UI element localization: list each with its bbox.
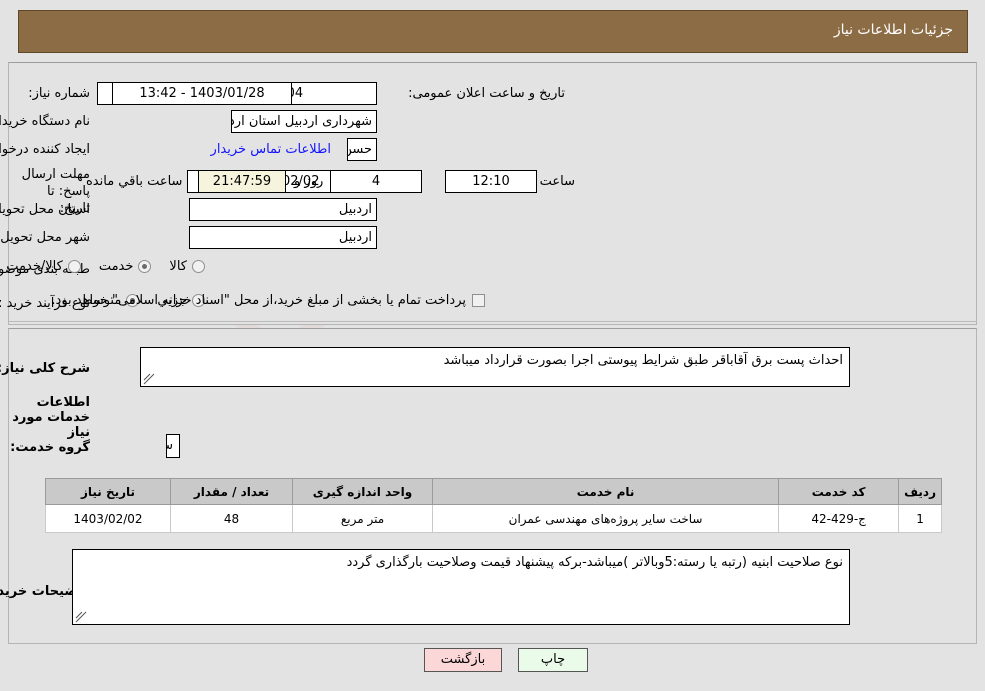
service-group-value: ساختمان <box>167 438 173 453</box>
cell-quantity: 48 <box>170 504 293 533</box>
table-col-service-name: نام خدمت <box>431 478 780 505</box>
need-number-label: شماره نیاز: <box>28 86 90 101</box>
buyer-contact-link[interactable]: اطلاعات تماس خریدار <box>211 142 331 157</box>
resize-grip-icon[interactable] <box>75 611 87 623</box>
checkbox-icon[interactable] <box>472 294 485 307</box>
category-option-label-0: کالا <box>169 259 187 274</box>
cell-need-date: 1403/02/02 <box>45 504 171 533</box>
page-root: AriaTender.net جزئیات اطلاعات نیاز شماره… <box>0 0 985 691</box>
table-col-unit: واحد اندازه گیری <box>292 478 433 505</box>
services-section-heading: اطلاعات خدمات مورد نیاز <box>12 395 90 440</box>
service-group-label: گروه خدمت: <box>10 440 90 455</box>
buyer-notes-value: نوع صلاحیت ابنیه (رتبه یا رسته:5وبالاتر … <box>346 555 843 570</box>
service-group-value-box[interactable]: ساختمان <box>166 434 180 458</box>
province-value: اردبیل <box>189 198 377 221</box>
hour-label: ساعت <box>539 174 575 189</box>
treasury-checkbox-row[interactable]: پرداخت تمام یا بخشی از مبلغ خرید،از محل … <box>51 293 485 308</box>
table-col-quantity: تعداد / مقدار <box>170 478 293 505</box>
category-radio-khedmat[interactable]: خدمت <box>99 259 152 274</box>
announce-datetime-value: 1403/01/28 - 13:42 <box>112 82 292 105</box>
days-text: روز و <box>294 174 324 189</box>
back-button[interactable]: بازگشت <box>424 648 502 672</box>
description-value: احداث پست برق آقاباقر طبق شرایط پیوستی ا… <box>443 353 843 368</box>
days-remaining-value: 4 <box>330 170 422 193</box>
deadline-time-value: 12:10 <box>445 170 537 193</box>
cell-service-code: ج-429-42 <box>778 504 900 533</box>
category-option-label-1: خدمت <box>98 259 134 274</box>
table-col-service-code: کد خدمت <box>778 478 900 505</box>
cell-service-name: ساخت سایر پروژه‌های مهندسی عمران <box>431 504 780 533</box>
requester-value: حسن جویانی مقام تشخیص شهرداری اردبیل است… <box>347 138 377 161</box>
table-header-row: ردیف کد خدمت نام خدمت واحد اندازه گیری ت… <box>45 478 942 505</box>
table-row[interactable]: 1 ج-429-42 ساخت سایر پروژه‌های مهندسی عم… <box>45 504 942 533</box>
buyer-org-label: نام دستگاه خریدار: <box>0 114 90 129</box>
header-bar: جزئیات اطلاعات نیاز <box>18 10 968 53</box>
radio-circle-icon <box>192 260 205 273</box>
table-col-need-date: تاریخ نیاز <box>45 478 171 505</box>
services-table: ردیف کد خدمت نام خدمت واحد اندازه گیری ت… <box>45 478 942 533</box>
buyer-notes-textarea[interactable]: نوع صلاحیت ابنیه (رتبه یا رسته:5وبالاتر … <box>72 549 850 625</box>
description-label: شرح کلی نیاز: <box>0 361 90 376</box>
countdown-value: 21:47:59 <box>198 170 286 193</box>
description-textarea[interactable]: احداث پست برق آقاباقر طبق شرایط پیوستی ا… <box>140 347 850 387</box>
resize-grip-icon[interactable] <box>143 373 155 385</box>
category-option-label-2: کالا/خدمت <box>6 259 63 274</box>
buyer-org-value: شهرداری اردبیل استان اردبیل <box>231 110 377 133</box>
announce-datetime-label: تاریخ و ساعت اعلان عمومی: <box>408 86 565 101</box>
city-value: اردبیل <box>189 226 377 249</box>
countdown-text: ساعت باقي مانده <box>86 174 183 189</box>
treasury-checkbox-label: پرداخت تمام یا بخشی از مبلغ خرید،از محل … <box>51 293 466 308</box>
radio-circle-selected-icon <box>138 260 152 273</box>
city-label: شهر محل تحویل: <box>0 230 90 245</box>
category-radio-kala[interactable]: کالا <box>169 259 205 274</box>
page-title: جزئیات اطلاعات نیاز <box>833 22 953 38</box>
panel-divider <box>8 321 977 322</box>
category-radio-kala-khedmat[interactable]: کالا/خدمت <box>6 259 81 274</box>
radio-circle-icon <box>67 260 81 273</box>
province-label: استان محل تحویل: <box>0 202 90 217</box>
table-col-row: ردیف <box>898 478 942 505</box>
print-button[interactable]: چاپ <box>518 648 588 672</box>
requester-label: ایجاد کننده درخواست: <box>0 142 90 157</box>
category-radio-group: کالا خدمت کالا/خدمت <box>0 259 205 274</box>
cell-row: 1 <box>898 504 942 533</box>
cell-unit: متر مربع <box>292 504 433 533</box>
